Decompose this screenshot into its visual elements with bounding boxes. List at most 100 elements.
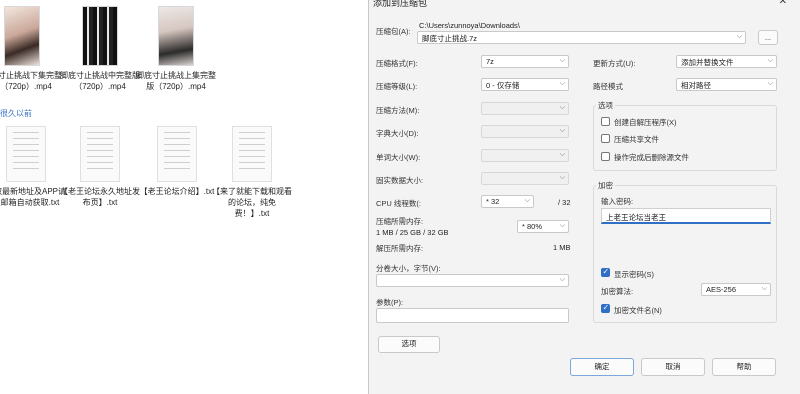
options-button[interactable]: 选项 [378,336,440,353]
video-thumbnail [4,6,40,66]
create-sfx-label: 创建自解压程序(X) [614,118,677,127]
text-file-icon [157,126,197,182]
options-group-label: 选项 [596,100,615,111]
file-name: 【老王论坛永久地址发布页】.txt [60,187,140,207]
close-icon[interactable]: ✕ [779,0,787,7]
show-password-checkbox[interactable] [601,267,610,277]
archive-name-value: 脚底寸止挑战.7z [422,34,478,43]
solid-block-select[interactable]: ⌵ [481,172,569,185]
group-header[interactable]: 很久以前 [0,108,32,119]
password-input[interactable]: 上老王论坛当老王 [601,208,771,224]
file-name: 脚底寸止挑战下集完整版（720p）.mp4 [0,71,62,91]
archive-label: 压缩包(A): [376,27,411,36]
video-file-1[interactable]: 脚底寸止挑战下集完整版（720p）.mp4 [0,6,62,92]
show-password-label: 显示密码(S) [614,270,654,279]
encrypt-filenames-label: 加密文件名(N) [614,306,662,315]
method-select[interactable]: ⌵ [481,102,569,115]
cancel-button[interactable]: 取消 [641,358,705,376]
video-file-3[interactable]: 脚底寸止挑战上集完整版（720p）.mp4 [136,6,216,92]
decompress-memory-label: 解压所需内存: [376,244,424,253]
path-mode-select[interactable]: 相对路径 ⌵ [676,78,777,91]
split-size-combo[interactable]: ⌵ [376,274,569,287]
level-value: 0 - 仅存储 [486,81,520,90]
video-file-2[interactable]: 脚底寸止挑战中完整版（720p）.mp4 [60,6,140,92]
chevron-down-icon: ⌵ [559,104,565,111]
chevron-down-icon: ⌵ [767,57,773,64]
dictionary-select[interactable]: ⌵ [481,125,569,138]
text-file-icon [232,126,272,182]
threads-max: / 32 [558,198,571,207]
chevron-down-icon: ⌵ [559,276,565,283]
threads-value: * 32 [486,197,500,206]
solid-block-label: 固实数据大小: [376,176,424,185]
memory-detail: 1 MB / 25 GB / 32 GB [376,228,449,237]
help-button[interactable]: 帮助 [712,358,776,376]
update-mode-label: 更新方式(U): [593,59,636,68]
parameters-label: 参数(P): [376,298,404,307]
encryption-method-value: AES-256 [706,285,737,294]
text-file-icon [80,126,120,182]
text-file-4[interactable]: 【来了就能下载和观看的论坛，纯免费！】.txt [212,126,292,219]
chevron-down-icon: ⌵ [559,174,565,181]
threads-select[interactable]: * 32 ⌵ [481,195,534,208]
memory-value: * 80% [522,222,543,231]
chevron-down-icon: ⌵ [559,80,565,87]
add-to-archive-dialog: 添加到压缩包 ✕ 压缩包(A): C:\Users\zunnoya\Downlo… [368,0,800,394]
compress-shared-checkbox[interactable] [601,134,610,143]
text-file-1[interactable]: 获取最新地址及APP请发邮箱自动获取.txt [0,126,66,208]
file-name: 脚底寸止挑战上集完整版（720p）.mp4 [136,71,216,91]
title-bar[interactable]: 添加到压缩包 ✕ [369,0,800,14]
update-mode-select[interactable]: 添加并替换文件 ⌵ [676,55,777,68]
chevron-down-icon: ⌵ [761,285,767,292]
method-label: 压缩方法(M): [376,106,420,115]
video-thumbnail [82,6,118,66]
format-value: 7z [486,57,494,66]
word-size-select[interactable]: ⌵ [481,149,569,162]
encryption-method-select[interactable]: AES-256 ⌵ [701,283,771,296]
split-size-label: 分卷大小，字节(V): [376,264,441,273]
compress-shared-label: 压缩共享文件 [614,135,659,144]
level-select[interactable]: 0 - 仅存储 ⌵ [481,78,569,91]
file-name: 获取最新地址及APP请发邮箱自动获取.txt [0,187,67,207]
path-mode-value: 相对路径 [681,81,711,90]
memory-select[interactable]: * 80% ⌵ [517,220,569,233]
delete-after-checkbox[interactable] [601,152,610,161]
encryption-method-label: 加密算法: [601,287,634,296]
file-name: 【来了就能下载和观看的论坛，纯免费！】.txt [212,187,292,218]
dialog-title: 添加到压缩包 [373,0,428,8]
password-label: 输入密码: [601,197,634,206]
chevron-down-icon: ⌵ [736,33,742,40]
decompress-memory-value: 1 MB [553,243,571,252]
password-value: 上老王论坛当老王 [606,213,666,222]
path-mode-label: 路径模式 [593,82,623,91]
parameters-input[interactable] [376,308,569,323]
encrypt-filenames-checkbox[interactable] [601,303,610,313]
file-name: 【老王论坛介绍】.txt [139,187,215,196]
ok-button[interactable]: 确定 [570,358,634,376]
level-label: 压缩等级(L): [376,82,418,91]
chevron-down-icon: ⌵ [524,197,530,204]
chevron-down-icon: ⌵ [559,127,565,134]
update-mode-value: 添加并替换文件 [681,58,734,67]
file-explorer: 脚底寸止挑战下集完整版（720p）.mp4 脚底寸止挑战中完整版（720p）.m… [0,0,368,394]
chevron-down-icon: ⌵ [559,57,565,64]
create-sfx-checkbox[interactable] [601,117,610,126]
archive-name-combo[interactable]: 脚底寸止挑战.7z ⌵ [417,31,746,44]
video-thumbnail [158,6,194,66]
archive-directory: C:\Users\zunnoya\Downloads\ [419,21,520,30]
file-name: 脚底寸止挑战中完整版（720p）.mp4 [60,71,140,91]
encryption-group-label: 加密 [596,180,615,191]
word-size-label: 单词大小(W): [376,153,421,162]
threads-label: CPU 线程数(: [376,199,421,208]
delete-after-label: 操作完成后删除源文件 [614,153,689,162]
dictionary-label: 字典大小(D): [376,129,419,138]
text-file-icon [6,126,46,182]
chevron-down-icon: ⌵ [767,80,773,87]
browse-button[interactable]: ... [758,30,778,45]
memory-label: 压缩所需内存: [376,217,424,226]
format-label: 压缩格式(F): [376,59,418,68]
text-file-2[interactable]: 【老王论坛永久地址发布页】.txt [60,126,140,208]
chevron-down-icon: ⌵ [559,151,565,158]
text-file-3[interactable]: 【老王论坛介绍】.txt [137,126,217,197]
format-select[interactable]: 7z ⌵ [481,55,569,68]
